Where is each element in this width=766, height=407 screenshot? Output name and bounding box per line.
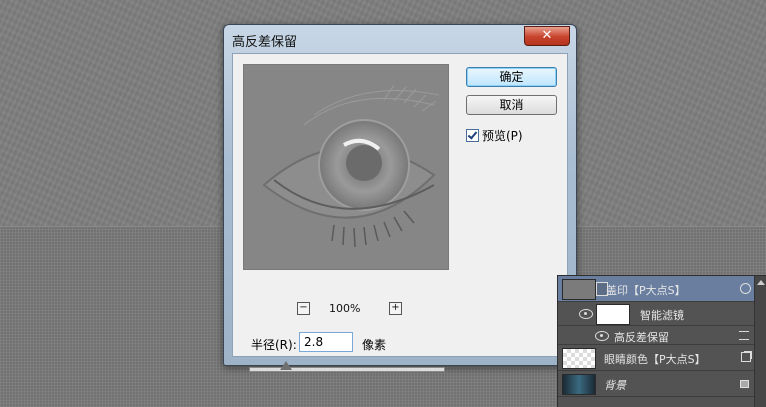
radius-unit: 像素 — [362, 338, 387, 352]
filter-mask-thumbnail — [596, 304, 630, 325]
layer-name: 眼睛颜色【P大点S】 — [604, 353, 706, 366]
layer-thumbnail — [562, 348, 596, 369]
layer-name: 高反差保留 — [614, 331, 669, 344]
layer-row-background[interactable]: 背景 — [558, 371, 755, 397]
layer-thumbnail — [562, 374, 596, 395]
filter-preview[interactable] — [243, 64, 449, 270]
eye-preview-image — [244, 65, 448, 269]
ok-button[interactable]: 确定 — [466, 67, 557, 87]
layer-name: 背景 — [604, 379, 626, 392]
smart-filter-badge-icon — [740, 283, 751, 294]
zoom-controls: − 100% + — [243, 302, 447, 316]
layer-row-eye-color[interactable]: 眼睛颜色【P大点S】 — [558, 345, 755, 371]
radius-input[interactable] — [299, 332, 353, 352]
preview-checkbox[interactable]: 预览(P) — [466, 127, 523, 144]
preview-checkbox-label: 预览(P) — [482, 129, 523, 143]
layer-row-high-pass[interactable]: 高反差保留 — [558, 326, 755, 345]
scroll-up-icon[interactable] — [757, 280, 765, 285]
close-button[interactable]: ✕ — [524, 26, 570, 46]
zoom-in-button[interactable]: + — [389, 302, 402, 315]
layer-row-smart-filters[interactable]: 智能滤镜 — [558, 302, 755, 326]
layer-name: 盖印【P大点S】 — [606, 284, 686, 297]
filter-options-icon[interactable] — [739, 331, 749, 340]
checkbox-check-icon[interactable] — [466, 129, 479, 142]
zoom-level: 100% — [329, 302, 361, 315]
lock-icon — [740, 380, 749, 388]
radius-label: 半径(R): — [251, 338, 297, 352]
eye-icon[interactable] — [579, 309, 593, 319]
radius-slider-thumb[interactable] — [280, 361, 292, 370]
layer-row-stamped[interactable]: 盖印【P大点S】 — [558, 276, 755, 302]
copy-icon — [741, 352, 751, 362]
layer-thumbnail — [562, 279, 596, 300]
layers-panel: 盖印【P大点S】 智能滤镜 高反差保留 眼睛颜色【P大点S】 背景 — [557, 275, 766, 407]
layer-name: 智能滤镜 — [640, 309, 684, 322]
layers-scrollbar[interactable] — [754, 276, 766, 407]
zoom-out-button[interactable]: − — [297, 302, 310, 315]
dialog-body: − 100% + 确定 取消 预览(P) 半径(R): 像素 — [232, 53, 568, 372]
eye-icon[interactable] — [595, 331, 609, 341]
dialog-title: 高反差保留 — [232, 35, 298, 50]
radius-slider-track[interactable] — [249, 367, 445, 372]
cancel-button[interactable]: 取消 — [466, 95, 557, 115]
high-pass-dialog: 高反差保留 ✕ − 100% + 确定 取消 预览(P) 半径(R): 2.8 … — [223, 24, 577, 372]
